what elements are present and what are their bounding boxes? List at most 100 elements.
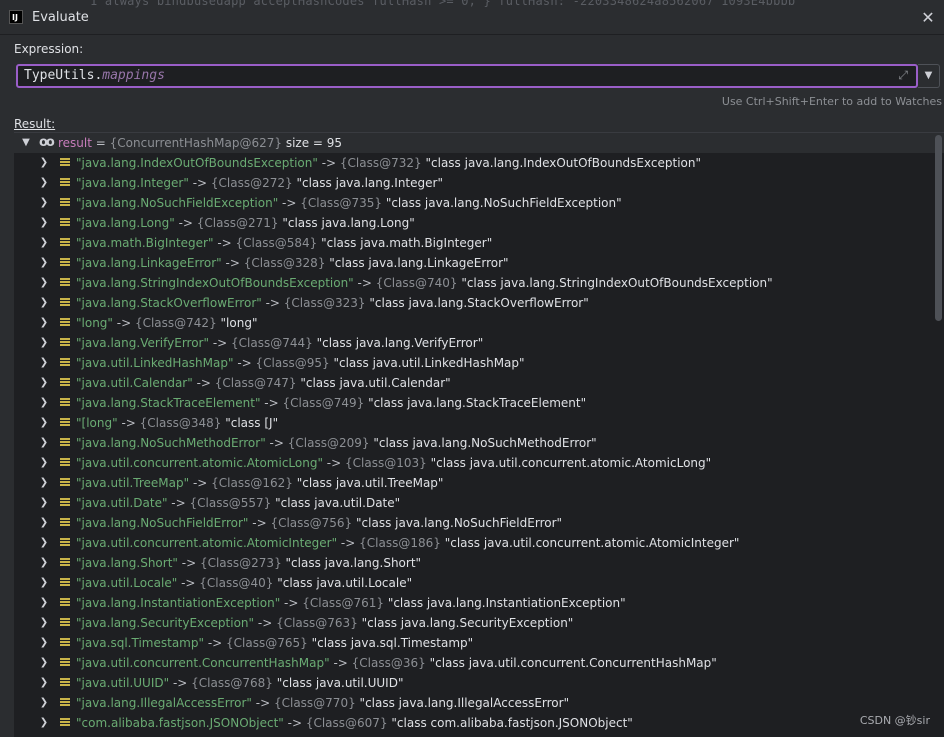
map-entry-row[interactable]: ❯ "java.lang.Short" -> {Class@273} "class… [14, 553, 944, 573]
chevron-right-icon[interactable]: ❯ [38, 293, 50, 313]
chevron-right-icon[interactable]: ❯ [38, 433, 50, 453]
entry-text: "java.util.Calendar" -> {Class@747} "cla… [76, 373, 451, 393]
map-entry-row[interactable]: ❯ "java.lang.IndexOutOfBoundsException" -… [14, 153, 944, 173]
chevron-right-icon[interactable]: ❯ [38, 713, 50, 733]
expand-editor-icon[interactable]: ⤢ [898, 68, 908, 83]
vertical-scrollbar[interactable] [935, 135, 942, 321]
chevron-right-icon[interactable]: ❯ [38, 173, 50, 193]
background-code: 1 always bindbusedapp acceptHashCodes fu… [90, 0, 796, 8]
entry-ref: {Class@557} [189, 496, 272, 510]
chevron-right-icon[interactable]: ❯ [38, 453, 50, 473]
close-icon[interactable]: ✕ [918, 8, 938, 28]
entry-arrow: -> [353, 276, 376, 290]
entry-text: "java.lang.Short" -> {Class@273} "class … [76, 553, 421, 573]
chevron-right-icon[interactable]: ❯ [38, 653, 50, 673]
map-entry-row[interactable]: ❯ "java.util.Locale" -> {Class@40} "class… [14, 573, 944, 593]
entry-arrow: -> [329, 656, 352, 670]
chevron-right-icon[interactable]: ❯ [38, 333, 50, 353]
chevron-right-icon[interactable]: ❯ [38, 253, 50, 273]
entry-key: "java.lang.Short" [76, 556, 178, 570]
chevron-right-icon[interactable]: ❯ [38, 593, 50, 613]
chevron-right-icon[interactable]: ❯ [38, 553, 50, 573]
chevron-right-icon[interactable]: ❯ [38, 473, 50, 493]
chevron-right-icon[interactable]: ❯ [38, 613, 50, 633]
map-entry-row[interactable]: ❯ "java.lang.NoSuchFieldException" -> {Cl… [14, 193, 944, 213]
entry-value: "class [J" [225, 416, 279, 430]
entry-key: "java.util.concurrent.atomic.AtomicLong" [76, 456, 323, 470]
map-entry-icon [60, 578, 70, 587]
history-dropdown-button[interactable]: ▼ [918, 64, 940, 88]
entry-key: "java.math.BigInteger" [76, 236, 214, 250]
map-entry-row[interactable]: ❯ "java.util.TreeMap" -> {Class@162} "cla… [14, 473, 944, 493]
chevron-down-icon[interactable]: ▼ [20, 133, 32, 153]
chevron-right-icon[interactable]: ❯ [38, 153, 50, 173]
entry-text: "java.lang.LinkageError" -> {Class@328} … [76, 253, 509, 273]
chevron-right-icon[interactable]: ❯ [38, 413, 50, 433]
map-entry-row[interactable]: ❯ "java.util.concurrent.ConcurrentHashMap… [14, 653, 944, 673]
map-entry-row[interactable]: ❯ "long" -> {Class@742} "long" [14, 313, 944, 333]
map-entry-row[interactable]: ❯ "java.sql.Timestamp" -> {Class@765} "cl… [14, 633, 944, 653]
entry-arrow: -> [283, 716, 306, 730]
map-entry-row[interactable]: ❯ "java.lang.VerifyError" -> {Class@744} … [14, 333, 944, 353]
result-root-row[interactable]: ▼ oo result = {ConcurrentHashMap@627} si… [14, 133, 944, 153]
chevron-right-icon[interactable]: ❯ [38, 373, 50, 393]
entry-key: "java.util.UUID" [76, 676, 170, 690]
map-entry-row[interactable]: ❯ "[long" -> {Class@348} "class [J" [14, 413, 944, 433]
map-entry-row[interactable]: ❯ "java.lang.StackTraceElement" -> {Class… [14, 393, 944, 413]
chevron-right-icon[interactable]: ❯ [38, 533, 50, 553]
map-entry-icon [60, 678, 70, 687]
map-entry-row[interactable]: ❯ "java.math.BigInteger" -> {Class@584} "… [14, 233, 944, 253]
chevron-right-icon[interactable]: ❯ [38, 393, 50, 413]
chevron-right-icon[interactable]: ❯ [38, 313, 50, 333]
map-entry-row[interactable]: ❯ "java.util.concurrent.atomic.AtomicLong… [14, 453, 944, 473]
expression-text[interactable]: TypeUtils.mappings [24, 68, 165, 83]
map-entry-row[interactable]: ❯ "java.util.Date" -> {Class@557} "class … [14, 493, 944, 513]
map-entry-row[interactable]: ❯ "java.lang.StackOverflowError" -> {Clas… [14, 293, 944, 313]
map-entry-row[interactable]: ❯ "java.util.Calendar" -> {Class@747} "cl… [14, 373, 944, 393]
map-entry-row[interactable]: ❯ "java.util.LinkedHashMap" -> {Class@95}… [14, 353, 944, 373]
map-entry-row[interactable]: ❯ "java.lang.Integer" -> {Class@272} "cla… [14, 173, 944, 193]
map-entry-row[interactable]: ❯ "java.lang.NoSuchFieldError" -> {Class@… [14, 513, 944, 533]
entry-ref: {Class@747} [214, 376, 297, 390]
map-entry-icon [60, 498, 70, 507]
entry-ref: {Class@740} [375, 276, 458, 290]
chevron-right-icon[interactable]: ❯ [38, 633, 50, 653]
expression-input[interactable]: TypeUtils.mappings ⤢ [16, 64, 918, 88]
map-entry-row[interactable]: ❯ "java.util.UUID" -> {Class@768} "class … [14, 673, 944, 693]
map-entry-icon [60, 538, 70, 547]
entry-value: "class java.lang.Long" [282, 216, 415, 230]
entry-value: "class java.sql.Timestamp" [311, 636, 474, 650]
chevron-right-icon[interactable]: ❯ [38, 513, 50, 533]
result-tree[interactable]: ▼ oo result = {ConcurrentHashMap@627} si… [14, 132, 944, 737]
chevron-right-icon[interactable]: ❯ [38, 273, 50, 293]
entry-ref: {Class@272} [210, 176, 293, 190]
map-entry-row[interactable]: ❯ "java.lang.SecurityException" -> {Class… [14, 613, 944, 633]
map-entry-row[interactable]: ❯ "java.lang.StringIndexOutOfBoundsExcept… [14, 273, 944, 293]
chevron-right-icon[interactable]: ❯ [38, 193, 50, 213]
entry-arrow: -> [188, 176, 211, 190]
entry-list: ❯ "java.lang.IndexOutOfBoundsException" -… [14, 153, 944, 733]
chevron-right-icon[interactable]: ❯ [38, 233, 50, 253]
entry-text: "java.lang.Integer" -> {Class@272} "clas… [76, 173, 443, 193]
map-entry-row[interactable]: ❯ "java.lang.IllegalAccessError" -> {Clas… [14, 693, 944, 713]
map-entry-row[interactable]: ❯ "java.lang.LinkageError" -> {Class@328}… [14, 253, 944, 273]
map-entry-icon [60, 298, 70, 307]
watch-infinity-icon: oo [39, 135, 55, 150]
entry-value: "class java.lang.InstantiationException" [387, 596, 626, 610]
entry-ref: {Class@607} [305, 716, 388, 730]
chevron-right-icon[interactable]: ❯ [38, 693, 50, 713]
chevron-right-icon[interactable]: ❯ [38, 573, 50, 593]
entry-ref: {Class@742} [134, 316, 217, 330]
chevron-right-icon[interactable]: ❯ [38, 673, 50, 693]
map-entry-row[interactable]: ❯ "com.alibaba.fastjson.JSONObject" -> {C… [14, 713, 944, 733]
map-entry-row[interactable]: ❯ "java.lang.Long" -> {Class@271} "class … [14, 213, 944, 233]
chevron-right-icon[interactable]: ❯ [38, 353, 50, 373]
map-entry-row[interactable]: ❯ "java.util.concurrent.atomic.AtomicInte… [14, 533, 944, 553]
watches-hint: Use Ctrl+Shift+Enter to add to Watches [721, 95, 942, 108]
entry-arrow: -> [117, 416, 140, 430]
map-entry-row[interactable]: ❯ "java.lang.InstantiationException" -> {… [14, 593, 944, 613]
entry-arrow: -> [221, 256, 244, 270]
chevron-right-icon[interactable]: ❯ [38, 493, 50, 513]
map-entry-row[interactable]: ❯ "java.lang.NoSuchMethodError" -> {Class… [14, 433, 944, 453]
chevron-right-icon[interactable]: ❯ [38, 213, 50, 233]
